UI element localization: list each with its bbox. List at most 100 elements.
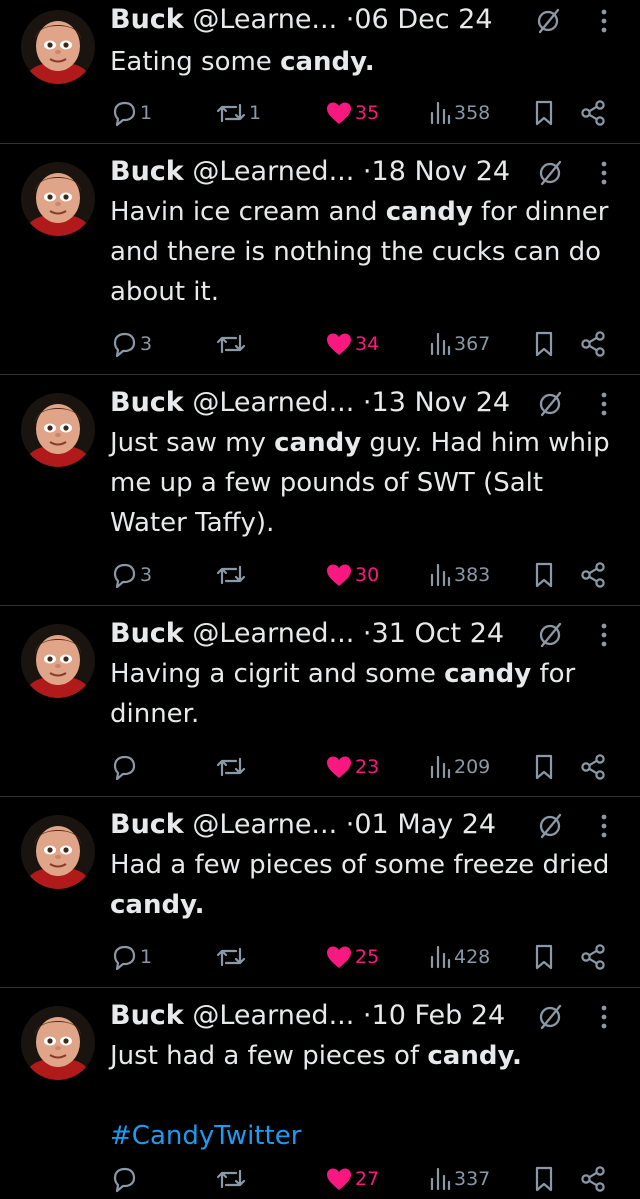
text-segment: Just saw my bbox=[110, 428, 275, 458]
avatar[interactable] bbox=[21, 393, 95, 467]
repost-button[interactable] bbox=[215, 557, 249, 593]
heart-icon bbox=[327, 756, 351, 778]
hashtag-link[interactable]: #CandyTwitter bbox=[110, 1116, 610, 1156]
more-icon[interactable] bbox=[592, 158, 616, 188]
repost-button[interactable] bbox=[215, 1161, 249, 1197]
repost-button[interactable] bbox=[215, 939, 249, 975]
like-button[interactable]: 35 bbox=[325, 95, 379, 131]
views-button[interactable]: 358 bbox=[428, 95, 490, 131]
separator: · bbox=[362, 387, 372, 418]
divider bbox=[0, 987, 640, 988]
bookmark-button[interactable] bbox=[532, 326, 556, 362]
like-button[interactable]: 23 bbox=[325, 749, 379, 785]
share-button[interactable] bbox=[580, 557, 608, 593]
bookmark-button[interactable] bbox=[532, 939, 556, 975]
timestamp[interactable]: 06 Dec 24 bbox=[354, 4, 492, 35]
like-button[interactable]: 30 bbox=[325, 557, 379, 593]
divider bbox=[0, 143, 640, 144]
author-name[interactable]: Buck bbox=[110, 4, 184, 35]
repost-icon bbox=[216, 103, 246, 123]
tweet[interactable]: Buck @Learned... ·10 Feb 24 Just had a fe… bbox=[0, 996, 640, 1199]
repost-button[interactable]: 1 bbox=[215, 95, 261, 131]
repost-button[interactable] bbox=[215, 326, 249, 362]
heart-icon bbox=[327, 946, 351, 968]
more-icon[interactable] bbox=[592, 620, 616, 650]
like-button[interactable]: 34 bbox=[325, 326, 379, 362]
avatar[interactable] bbox=[21, 10, 95, 84]
highlighted-keyword: . bbox=[364, 47, 375, 77]
share-button[interactable] bbox=[580, 326, 608, 362]
share-button[interactable] bbox=[580, 939, 608, 975]
highlighted-keyword: . bbox=[512, 1041, 522, 1071]
reply-button[interactable]: 1 bbox=[110, 95, 152, 131]
author-handle[interactable]: @Learned... bbox=[192, 387, 354, 418]
views-button[interactable]: 337 bbox=[428, 1161, 490, 1197]
tweet[interactable]: Buck @Learned... ·31 Oct 24 Having a cigr… bbox=[0, 614, 640, 796]
repost-icon bbox=[216, 757, 246, 777]
highlighted-keyword: candy bbox=[444, 659, 532, 689]
text-segment: Had a few pieces of some freeze dried bbox=[110, 850, 610, 880]
avatar[interactable] bbox=[21, 624, 95, 698]
action-bar: 3 30 383 bbox=[0, 557, 640, 593]
views-button[interactable]: 383 bbox=[428, 557, 490, 593]
bookmark-button[interactable] bbox=[532, 557, 556, 593]
tweet[interactable]: Buck @Learned... ·13 Nov 24 Just saw my c… bbox=[0, 383, 640, 605]
tweet[interactable]: Buck @Learne... ·06 Dec 24 Eating some ca… bbox=[0, 0, 640, 143]
timestamp[interactable]: 18 Nov 24 bbox=[372, 156, 511, 187]
like-button[interactable]: 27 bbox=[325, 1161, 379, 1197]
more-icon[interactable] bbox=[592, 389, 616, 419]
share-button[interactable] bbox=[580, 1161, 608, 1197]
reply-icon bbox=[113, 945, 136, 971]
author-name[interactable]: Buck bbox=[110, 618, 184, 649]
bookmark-button[interactable] bbox=[532, 1161, 556, 1197]
avatar[interactable] bbox=[21, 1006, 95, 1080]
reply-button[interactable]: 3 bbox=[110, 557, 152, 593]
author-handle[interactable]: @Learne... bbox=[192, 4, 337, 35]
edited-icon bbox=[539, 622, 562, 648]
reply-button[interactable] bbox=[110, 749, 140, 785]
more-icon[interactable] bbox=[592, 1002, 616, 1032]
reply-button[interactable]: 1 bbox=[110, 939, 152, 975]
share-button[interactable] bbox=[580, 749, 608, 785]
author-name[interactable]: Buck bbox=[110, 809, 184, 840]
text-segment: Eating some bbox=[110, 47, 281, 77]
views-button[interactable]: 367 bbox=[428, 326, 490, 362]
bookmark-button[interactable] bbox=[532, 95, 556, 131]
avatar[interactable] bbox=[21, 815, 95, 889]
timestamp[interactable]: 01 May 24 bbox=[354, 809, 496, 840]
author-handle[interactable]: @Learned... bbox=[192, 156, 354, 187]
timestamp[interactable]: 13 Nov 24 bbox=[372, 387, 511, 418]
share-button[interactable] bbox=[580, 95, 608, 131]
author-name[interactable]: Buck bbox=[110, 156, 184, 187]
timestamp[interactable]: 31 Oct 24 bbox=[372, 618, 505, 649]
tweet[interactable]: Buck @Learned... ·18 Nov 24 Havin ice cre… bbox=[0, 152, 640, 374]
author-handle[interactable]: @Learned... bbox=[192, 1000, 354, 1031]
like-button[interactable]: 25 bbox=[325, 939, 379, 975]
timestamp[interactable]: 10 Feb 24 bbox=[372, 1000, 506, 1031]
repost-button[interactable] bbox=[215, 749, 249, 785]
author-handle[interactable]: @Learned... bbox=[192, 618, 354, 649]
repost-icon bbox=[216, 565, 246, 585]
tweet-text: Just saw my candy guy. Had him whip me u… bbox=[110, 423, 610, 543]
author-name[interactable]: Buck bbox=[110, 1000, 184, 1031]
text-segment: Having a cigrit and some bbox=[110, 659, 445, 689]
likes-count: 30 bbox=[355, 564, 380, 586]
views-button[interactable]: 209 bbox=[428, 749, 490, 785]
author-name[interactable]: Buck bbox=[110, 387, 184, 418]
author-handle[interactable]: @Learne... bbox=[192, 809, 337, 840]
more-icon[interactable] bbox=[592, 811, 616, 841]
views-icon bbox=[430, 945, 451, 969]
bookmark-button[interactable] bbox=[532, 749, 556, 785]
separator: · bbox=[362, 1000, 372, 1031]
reply-button[interactable]: 3 bbox=[110, 326, 152, 362]
reply-button[interactable] bbox=[110, 1161, 140, 1197]
avatar[interactable] bbox=[21, 162, 95, 236]
bookmark-icon bbox=[535, 754, 553, 780]
share-icon bbox=[581, 100, 605, 126]
views-count: 428 bbox=[454, 946, 491, 968]
action-bar: 27 337 bbox=[0, 1161, 640, 1197]
tweet[interactable]: Buck @Learne... ·01 May 24 Had a few piec… bbox=[0, 805, 640, 987]
text-segment: Just had a few pieces of bbox=[110, 1041, 428, 1071]
views-button[interactable]: 428 bbox=[428, 939, 490, 975]
more-icon[interactable] bbox=[592, 6, 616, 36]
